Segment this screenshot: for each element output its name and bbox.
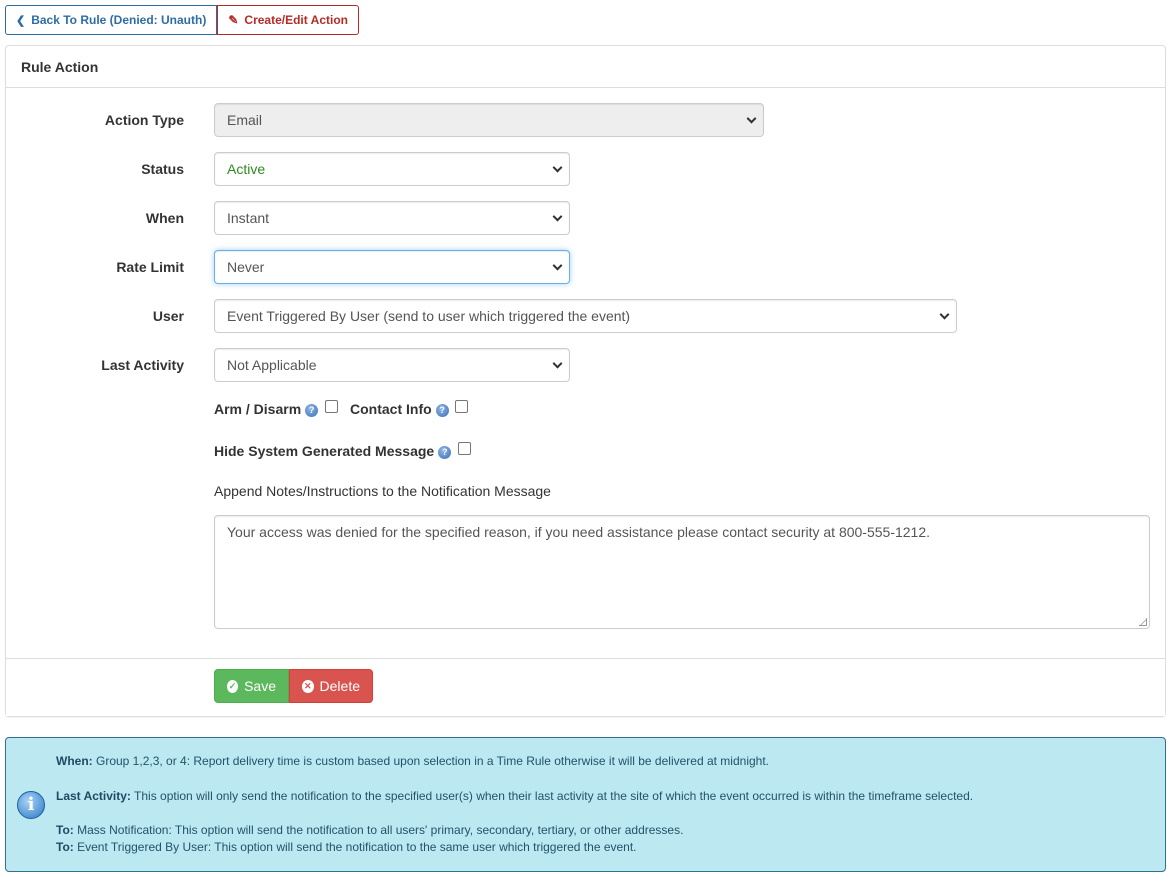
info-to-event-line: To: Event Triggered By User: This option… — [56, 840, 637, 854]
chevron-down-icon — [552, 358, 563, 369]
info-when-line: When: Group 1,2,3, or 4: Report delivery… — [56, 754, 769, 768]
contact-info-checkbox[interactable] — [455, 400, 468, 413]
hide-system-message-checkbox[interactable] — [458, 442, 471, 455]
when-select[interactable]: Instant — [214, 201, 570, 235]
edit-icon: ✎ — [228, 13, 239, 27]
info-when-key: When: — [56, 754, 93, 768]
create-edit-action-label: Create/Edit Action — [244, 13, 348, 27]
delete-button[interactable]: ✕ Delete — [289, 669, 373, 703]
action-type-value: Email — [227, 112, 263, 128]
last-activity-value: Not Applicable — [227, 357, 317, 373]
info-to-key: To: — [56, 823, 74, 837]
info-last-activity-text: This option will only send the notificat… — [134, 789, 974, 803]
append-notes-label: Append Notes/Instructions to the Notific… — [214, 483, 551, 499]
action-type-label: Action Type — [104, 112, 184, 128]
delete-label: Delete — [319, 678, 360, 694]
info-alert: i When: Group 1,2,3, or 4: Report delive… — [5, 737, 1166, 872]
rate-limit-label: Rate Limit — [116, 259, 184, 275]
chevron-down-icon — [552, 162, 563, 173]
save-button[interactable]: ✓ Save — [214, 669, 289, 703]
info-last-activity-key: Last Activity: — [56, 789, 131, 803]
info-to-mass-line: To: Mass Notification: This option will … — [56, 823, 683, 837]
help-icon[interactable]: ? — [435, 403, 449, 417]
check-circle-icon: ✓ — [227, 679, 239, 693]
panel-title: Rule Action — [6, 46, 1165, 88]
hide-system-message-label: Hide System Generated Message? — [214, 443, 452, 459]
arm-disarm-checkbox[interactable] — [325, 400, 338, 413]
contact-info-label: Contact Info? — [350, 401, 449, 417]
status-value: Active — [227, 161, 266, 177]
info-last-activity-line: Last Activity: This option will only sen… — [56, 789, 973, 803]
status-select[interactable]: Active — [214, 152, 570, 186]
times-circle-icon: ✕ — [302, 679, 314, 693]
help-icon[interactable]: ? — [305, 403, 319, 417]
resize-handle-icon[interactable] — [1139, 618, 1147, 626]
user-value: Event Triggered By User (send to user wh… — [227, 308, 631, 324]
hide-system-message-text: Hide System Generated Message — [214, 443, 435, 459]
info-icon: i — [17, 791, 45, 819]
when-label: When — [145, 210, 184, 226]
notes-textarea[interactable]: Your access was denied for the specified… — [214, 515, 1150, 629]
back-to-rule-label: Back To Rule (Denied: Unauth) — [31, 13, 207, 27]
info-to-event-text: Event Triggered By User: This option wil… — [77, 840, 637, 854]
back-to-rule-button[interactable]: ❮ Back To Rule (Denied: Unauth) — [5, 5, 218, 35]
arm-disarm-label: Arm / Disarm? — [214, 401, 319, 417]
user-select[interactable]: Event Triggered By User (send to user wh… — [214, 299, 957, 333]
action-type-select[interactable]: Email — [214, 103, 764, 137]
info-when-text: Group 1,2,3, or 4: Report delivery time … — [96, 754, 769, 768]
save-label: Save — [244, 678, 276, 694]
user-label: User — [152, 308, 184, 324]
last-activity-label: Last Activity — [101, 357, 184, 373]
info-to-key: To: — [56, 840, 74, 854]
panel-footer: ✓ Save ✕ Delete — [6, 658, 1165, 716]
top-button-group: ❮ Back To Rule (Denied: Unauth) ✎ Create… — [5, 5, 359, 35]
create-edit-action-button[interactable]: ✎ Create/Edit Action — [217, 5, 359, 35]
status-label: Status — [141, 161, 184, 177]
chevron-down-icon — [552, 260, 563, 271]
help-icon[interactable]: ? — [438, 445, 452, 459]
info-to-mass-text: Mass Notification: This option will send… — [77, 823, 684, 837]
contact-info-text: Contact Info — [350, 401, 432, 417]
rate-limit-value: Never — [227, 259, 265, 275]
when-value: Instant — [227, 210, 270, 226]
arm-disarm-text: Arm / Disarm — [214, 401, 302, 417]
rate-limit-select[interactable]: Never — [214, 250, 570, 284]
chevron-down-icon — [552, 211, 563, 222]
chevron-left-icon: ❮ — [16, 14, 26, 27]
chevron-down-icon — [746, 113, 757, 124]
last-activity-select[interactable]: Not Applicable — [214, 348, 570, 382]
chevron-down-icon — [939, 309, 950, 320]
notes-text: Your access was denied for the specified… — [227, 524, 931, 540]
rule-action-panel: Rule Action Action Type Email Status Act… — [5, 45, 1166, 717]
